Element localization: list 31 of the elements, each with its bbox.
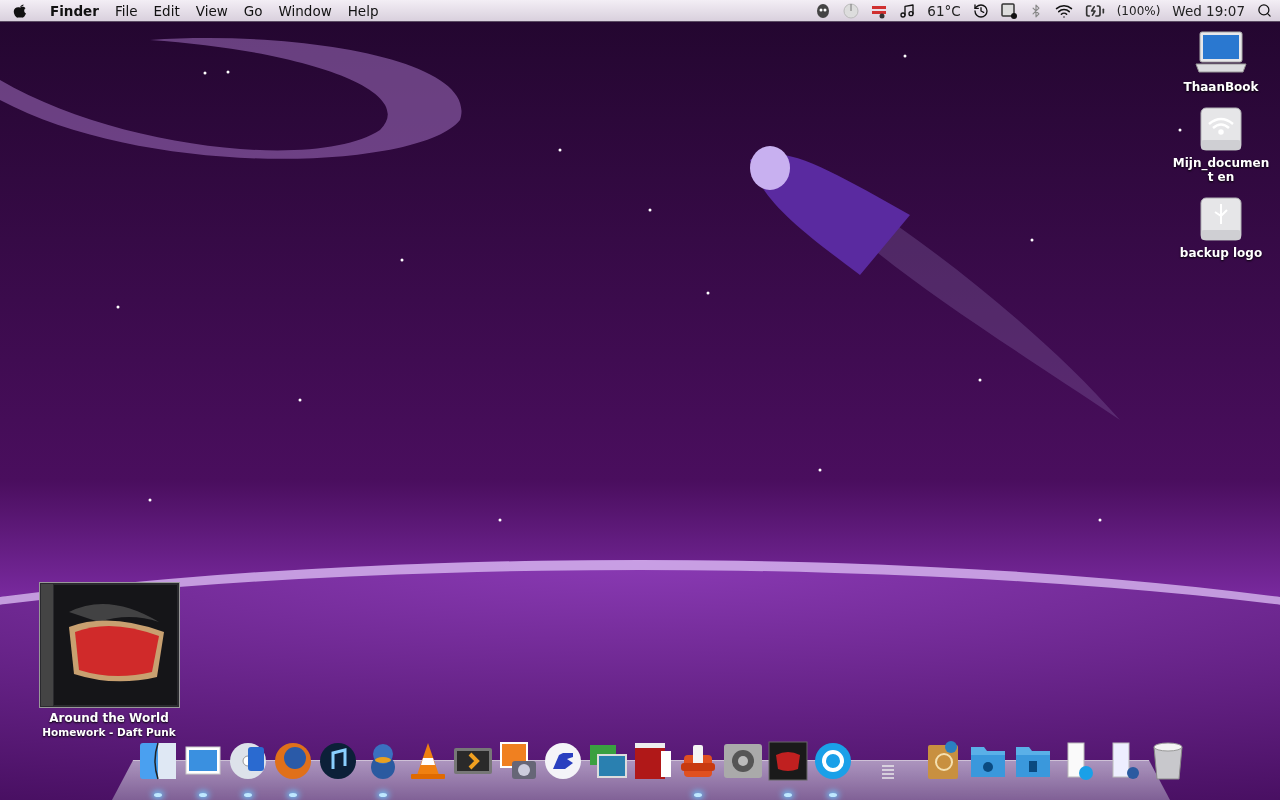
apple-icon[interactable] [12,2,28,19]
history-icon[interactable] [972,2,989,19]
camera-icon[interactable] [498,741,538,781]
menu-item[interactable]: View [187,2,236,19]
desktop-icon-label[interactable]: backup logo [1171,246,1271,260]
traffic-cone-icon[interactable] [408,741,448,781]
gear-icon[interactable] [723,741,763,781]
display-icon[interactable] [1000,2,1017,19]
curtain-icon[interactable] [633,741,673,781]
desktop-icon-label[interactable]: Mijn_document en [1171,156,1271,184]
menu-item[interactable]: Help [339,2,387,19]
desktop-icon-label[interactable]: ThaanBook [1171,80,1271,94]
globe-icon[interactable] [273,741,313,781]
menu-item[interactable]: Window [270,2,340,19]
battery-percentage[interactable]: (100%) [1116,3,1161,18]
music-disc-icon[interactable] [228,741,268,781]
clock[interactable]: Wed 19:07 [1172,2,1245,19]
menu-item[interactable]: Edit [145,2,188,19]
menu-item[interactable]: Finder [42,2,107,19]
track-subtitle: Homework - Daft Punk [42,726,176,738]
album-icon[interactable] [768,741,808,781]
network-drive-icon[interactable] [1199,106,1243,152]
track-title: Around the World [49,711,169,725]
usb-drive-icon[interactable] [1199,196,1243,242]
menu-item[interactable]: File [106,2,146,19]
laptop-icon[interactable] [1194,30,1248,76]
alien-icon[interactable] [815,2,832,19]
menu-item[interactable]: Go [235,2,271,19]
dock-separator [882,765,894,779]
search-icon[interactable] [1257,3,1272,18]
temperature-reading[interactable]: 61°C [927,2,961,19]
